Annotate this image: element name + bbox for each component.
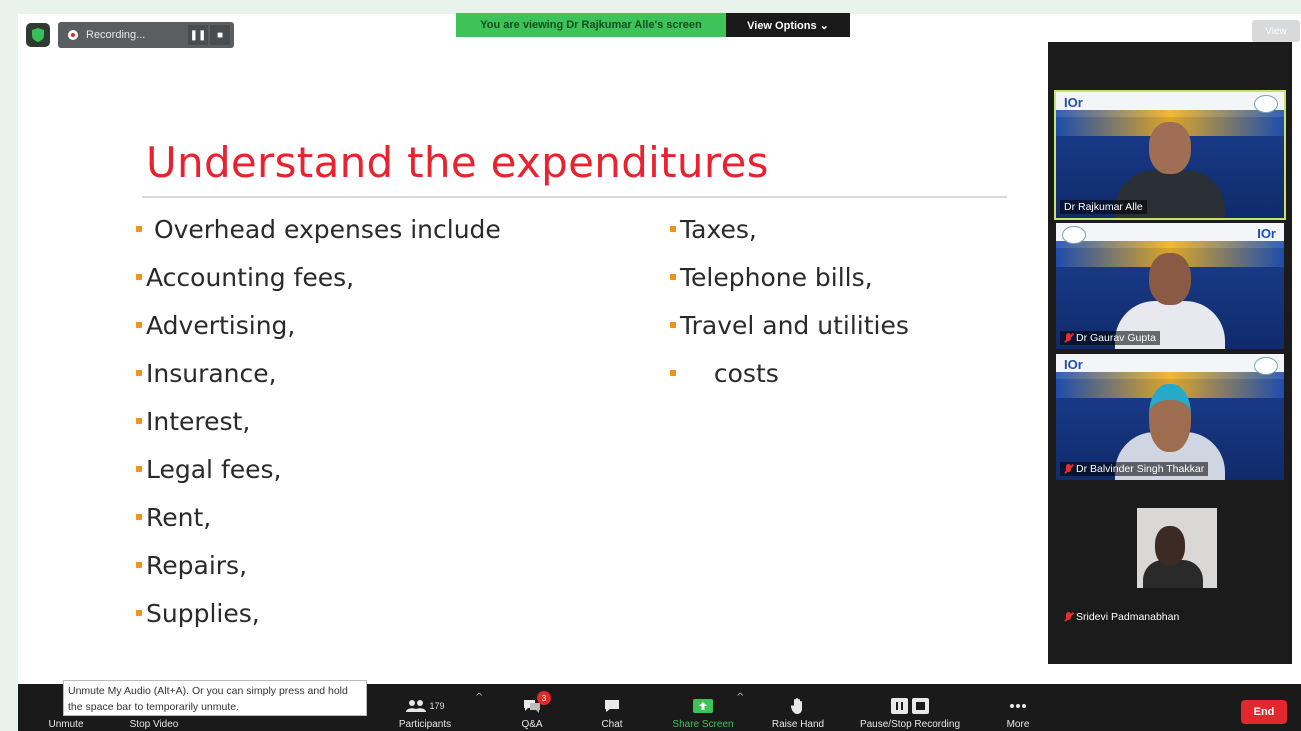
participant-avatar — [1137, 508, 1217, 588]
pause-stop-recording-icon — [888, 697, 932, 715]
bullet-icon — [136, 226, 142, 232]
video-gallery: IOr Dr Rajkumar Alle IOr Dr Gaurav Gupta… — [1048, 42, 1292, 664]
list-item: Legal fees, — [136, 445, 501, 493]
participant-name-tag: Sridevi Padmanabhan — [1060, 610, 1183, 624]
qa-badge: 3 — [537, 691, 551, 705]
more-button[interactable]: More — [998, 684, 1038, 731]
view-options-button[interactable]: View Options ⌄ — [726, 13, 850, 37]
qa-icon: 3 — [521, 691, 551, 715]
video-tile[interactable]: IOr Dr Balvinder Singh Thakkar — [1056, 354, 1284, 480]
video-tile[interactable]: Sridevi Padmanabhan — [1056, 502, 1284, 628]
bullet-icon — [136, 322, 142, 328]
security-shield-icon[interactable] — [26, 23, 50, 47]
mic-muted-icon — [1064, 611, 1073, 623]
participant-name-tag: Dr Rajkumar Alle — [1060, 200, 1147, 214]
list-item: Repairs, — [136, 541, 501, 589]
bullet-icon — [136, 514, 142, 520]
list-item: Overhead expenses include — [136, 205, 501, 253]
share-screen-button[interactable]: Share Screen — [662, 684, 744, 731]
recording-label: Recording... — [86, 29, 146, 41]
recording-indicator: Recording... ❚❚ ■ — [26, 22, 234, 48]
qa-button[interactable]: 3 Q&A — [512, 684, 552, 731]
participants-caret-icon[interactable]: ^ — [475, 692, 483, 703]
raise-hand-icon — [787, 697, 809, 715]
conference-logo-icon — [1254, 357, 1278, 375]
more-icon — [1007, 697, 1029, 715]
ior-logo: IOr — [1064, 95, 1083, 110]
bullet-icon — [670, 322, 676, 328]
screen-share-banner: You are viewing Dr Rajkumar Alle's scree… — [456, 13, 850, 37]
slide-title: Understand the expenditures — [146, 138, 769, 187]
participant-name-tag: Dr Gaurav Gupta — [1060, 331, 1160, 345]
bullet-icon — [136, 418, 142, 424]
bullet-icon — [670, 370, 676, 376]
participant-name-tag: Dr Balvinder Singh Thakkar — [1060, 462, 1209, 476]
raise-hand-button[interactable]: Raise Hand — [762, 684, 834, 731]
bullet-icon — [136, 562, 142, 568]
share-screen-icon — [692, 697, 714, 715]
ior-logo: IOr — [1257, 226, 1276, 241]
bullet-icon — [136, 466, 142, 472]
title-divider — [142, 196, 1007, 198]
list-item: Insurance, — [136, 349, 501, 397]
viewing-screen-label: You are viewing Dr Rajkumar Alle's scree… — [456, 13, 726, 37]
participants-button[interactable]: 179 Participants — [390, 684, 460, 731]
chat-icon — [601, 697, 623, 715]
list-item: Taxes, — [670, 205, 909, 253]
share-screen-caret-icon[interactable]: ^ — [736, 692, 744, 703]
list-item: Advertising, — [136, 301, 501, 349]
list-item: Interest, — [136, 397, 501, 445]
list-item: Travel and utilities — [670, 301, 909, 349]
bullet-icon — [670, 226, 676, 232]
pause-recording-button[interactable]: ❚❚ — [188, 25, 208, 45]
recording-pill: Recording... ❚❚ ■ — [58, 22, 234, 48]
bullet-icon — [136, 610, 142, 616]
bullet-icon — [670, 274, 676, 280]
participants-icon: 179 — [400, 697, 450, 715]
video-tile[interactable]: IOr Dr Gaurav Gupta — [1056, 223, 1284, 349]
stop-recording-button[interactable]: ■ — [210, 25, 230, 45]
list-item: Accounting fees, — [136, 253, 501, 301]
conference-logo-icon — [1062, 226, 1086, 244]
end-meeting-button[interactable]: End — [1241, 700, 1287, 724]
conference-logo-icon — [1254, 95, 1278, 113]
ior-logo: IOr — [1064, 357, 1083, 372]
slide-right-list: Taxes, Telephone bills, Travel and utili… — [670, 205, 909, 397]
pause-stop-recording-button[interactable]: Pause/Stop Recording — [848, 684, 972, 731]
view-button[interactable]: View — [1252, 20, 1300, 42]
list-item: Supplies, — [136, 589, 501, 637]
video-tile[interactable]: IOr Dr Rajkumar Alle — [1054, 90, 1286, 220]
chat-button[interactable]: Chat — [594, 684, 630, 731]
unmute-tooltip: Unmute My Audio (Alt+A). Or you can simp… — [63, 680, 367, 716]
list-item: Telephone bills, — [670, 253, 909, 301]
bullet-icon — [136, 274, 142, 280]
slide-left-list: Overhead expenses include Accounting fee… — [136, 205, 501, 637]
list-item: Rent, — [136, 493, 501, 541]
list-item: costs — [670, 349, 909, 397]
mic-muted-icon — [1064, 332, 1073, 344]
participants-count: 179 — [429, 701, 445, 711]
recording-dot-icon — [68, 30, 78, 40]
bullet-icon — [136, 370, 142, 376]
mic-muted-icon — [1064, 463, 1073, 475]
